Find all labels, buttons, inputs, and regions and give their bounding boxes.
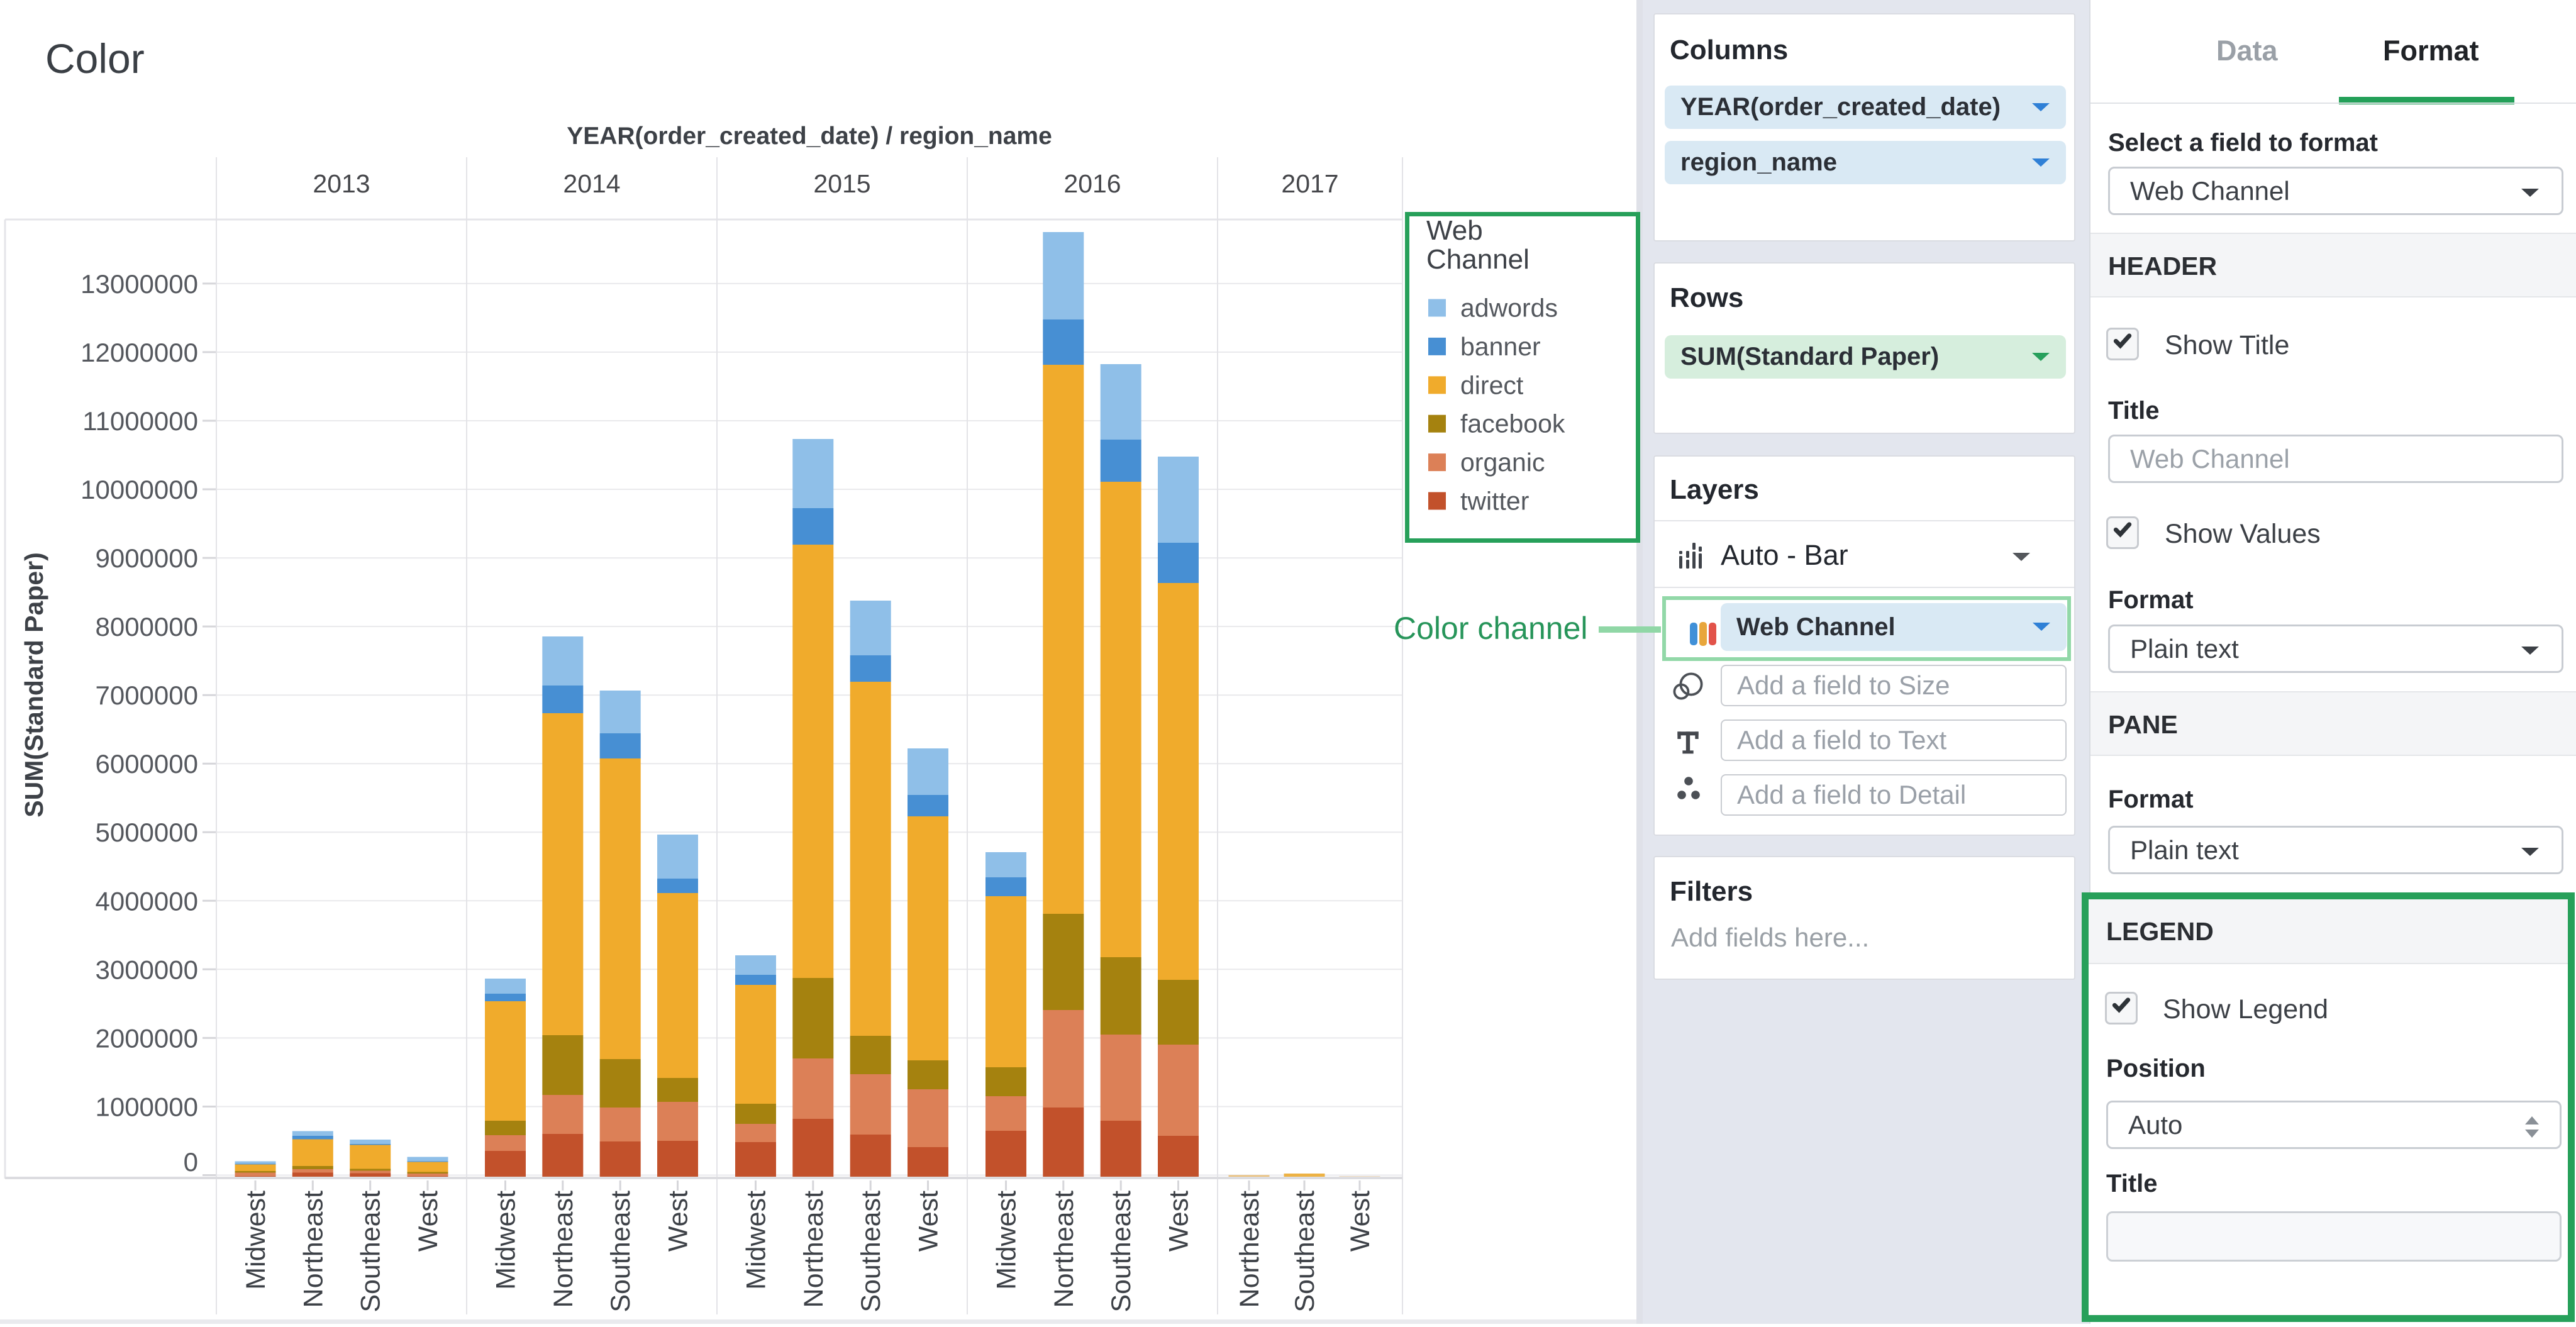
svg-text:1000000: 1000000 xyxy=(95,1092,198,1122)
svg-text:Midwest: Midwest xyxy=(241,1191,271,1290)
svg-text:West: West xyxy=(663,1191,694,1252)
svg-text:2000000: 2000000 xyxy=(95,1023,198,1053)
svg-text:2015: 2015 xyxy=(813,169,870,198)
svg-text:Color: Color xyxy=(45,35,145,82)
svg-text:Midwest: Midwest xyxy=(491,1191,521,1290)
svg-text:Northeast: Northeast xyxy=(548,1191,579,1308)
svg-text:11000000: 11000000 xyxy=(82,406,198,436)
svg-text:Southeast: Southeast xyxy=(606,1191,636,1313)
svg-text:YEAR(order_created_date) / reg: YEAR(order_created_date) / region_name xyxy=(567,123,1052,150)
svg-text:Midwest: Midwest xyxy=(992,1191,1022,1290)
svg-text:0: 0 xyxy=(184,1147,198,1177)
svg-text:8000000: 8000000 xyxy=(95,612,198,641)
svg-text:2014: 2014 xyxy=(563,169,620,198)
svg-text:Southeast: Southeast xyxy=(856,1191,886,1313)
svg-text:West: West xyxy=(914,1191,944,1252)
svg-text:2017: 2017 xyxy=(1281,169,1338,198)
svg-text:13000000: 13000000 xyxy=(80,269,198,299)
svg-text:Northeast: Northeast xyxy=(1235,1191,1265,1308)
svg-text:10000000: 10000000 xyxy=(80,475,198,504)
svg-text:SUM(Standard Paper): SUM(Standard Paper) xyxy=(19,552,48,817)
svg-text:Midwest: Midwest xyxy=(741,1191,772,1290)
svg-text:Southeast: Southeast xyxy=(1290,1191,1320,1313)
svg-text:6000000: 6000000 xyxy=(95,749,198,779)
svg-text:Northeast: Northeast xyxy=(298,1191,328,1308)
svg-text:Southeast: Southeast xyxy=(1106,1191,1136,1313)
svg-text:Northeast: Northeast xyxy=(1049,1191,1079,1308)
svg-text:4000000: 4000000 xyxy=(95,886,198,916)
svg-text:West: West xyxy=(1345,1191,1375,1252)
svg-text:West: West xyxy=(413,1191,443,1252)
svg-text:9000000: 9000000 xyxy=(95,543,198,573)
svg-text:West: West xyxy=(1164,1191,1194,1252)
svg-text:2013: 2013 xyxy=(313,169,370,198)
svg-text:Southeast: Southeast xyxy=(356,1191,386,1313)
svg-text:2016: 2016 xyxy=(1063,169,1121,198)
svg-text:7000000: 7000000 xyxy=(95,680,198,710)
svg-text:Color channel: Color channel xyxy=(1394,611,1588,646)
svg-text:Northeast: Northeast xyxy=(799,1191,829,1308)
svg-text:12000000: 12000000 xyxy=(80,338,198,367)
svg-text:3000000: 3000000 xyxy=(95,955,198,984)
svg-text:5000000: 5000000 xyxy=(95,818,198,847)
